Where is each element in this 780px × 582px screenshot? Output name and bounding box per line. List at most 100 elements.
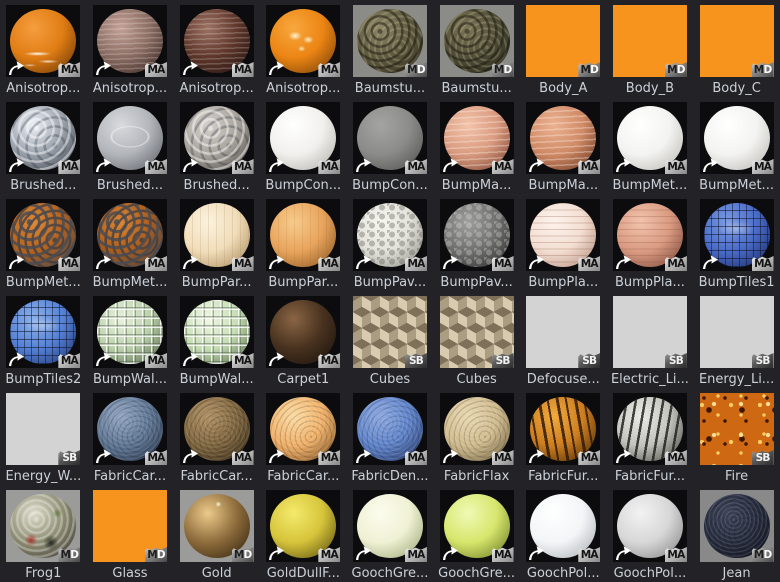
material-item[interactable]: MABumpPla... <box>607 194 694 291</box>
material-item[interactable]: MAFabricCar... <box>87 388 174 485</box>
material-item[interactable]: MABrushed... <box>87 97 174 194</box>
material-thumbnail: MA <box>700 102 774 174</box>
material-label: GoochGre... <box>438 566 515 581</box>
type-badge-ma: MA <box>752 256 774 271</box>
material-item[interactable]: MAGoochGre... <box>433 485 520 582</box>
material-item[interactable]: MABumpPav... <box>433 194 520 291</box>
material-item[interactable]: MA Carpet1 <box>260 291 347 388</box>
material-item[interactable]: MABumpWal... <box>87 291 174 388</box>
material-label: Baumstu... <box>441 81 511 96</box>
material-item[interactable]: SBDefocuse... <box>520 291 607 388</box>
material-item[interactable]: MAGoldDullF... <box>260 485 347 582</box>
material-label: GoochGre... <box>352 566 429 581</box>
material-label: FabricCar... <box>267 469 339 484</box>
material-item[interactable]: SBEnergy_W... <box>0 388 87 485</box>
material-thumbnail: MD <box>526 5 600 77</box>
material-item[interactable]: SBElectric_Li... <box>607 291 694 388</box>
material-item[interactable]: MDGold <box>173 485 260 582</box>
material-grid: MAAnisotrop... MAAnisotrop... MAAnisotro… <box>0 0 780 582</box>
material-label: Defocuse... <box>527 372 600 387</box>
material-item[interactable]: MDJean <box>693 485 780 582</box>
material-item[interactable]: MABumpTiles2 <box>0 291 87 388</box>
material-item[interactable]: MAAnisotrop... <box>260 0 347 97</box>
material-thumbnail: MA <box>613 102 687 174</box>
material-item[interactable]: MAFabricCar... <box>173 388 260 485</box>
material-thumbnail: MA <box>526 490 600 562</box>
material-sphere <box>444 9 510 73</box>
material-item[interactable]: MD Glass <box>87 485 174 582</box>
material-label: FabricDen... <box>351 469 428 484</box>
material-label: GoochPol... <box>614 566 687 581</box>
material-item[interactable]: SBFire <box>693 388 780 485</box>
type-badge-ma: MA <box>578 159 600 174</box>
assign-arrow-icon <box>181 351 199 367</box>
material-label: Carpet1 <box>277 372 329 387</box>
material-thumbnail: SB <box>6 393 80 465</box>
material-item[interactable]: MABumpPla... <box>520 194 607 291</box>
material-item[interactable]: MABumpCon... <box>260 97 347 194</box>
material-item[interactable]: MDBody_B <box>607 0 694 97</box>
type-badge-ma: MA <box>318 353 340 368</box>
material-label: BumpTiles1 <box>699 275 775 290</box>
material-item[interactable]: MAFabricDen... <box>347 388 434 485</box>
material-item[interactable]: MDBaumstu... <box>433 0 520 97</box>
material-item[interactable]: MABumpCon... <box>347 97 434 194</box>
material-thumbnail: MA <box>93 296 167 368</box>
material-item[interactable]: MAAnisotrop... <box>173 0 260 97</box>
assign-arrow-icon <box>7 157 25 173</box>
type-badge-md: MD <box>232 547 254 562</box>
type-badge-ma: MA <box>405 159 427 174</box>
material-item[interactable]: MABumpMet... <box>607 97 694 194</box>
material-item[interactable]: MAFabricFlax <box>433 388 520 485</box>
type-badge-ma: MA <box>232 353 254 368</box>
material-thumbnail: MA <box>353 199 427 271</box>
material-thumbnail: MA <box>180 296 254 368</box>
type-badge-ma: MA <box>492 256 514 271</box>
type-badge-ma: MA <box>145 353 167 368</box>
type-badge-ma: MA <box>665 256 687 271</box>
material-item[interactable]: MAAnisotrop... <box>0 0 87 97</box>
material-item[interactable]: MDBody_A <box>520 0 607 97</box>
material-thumbnail: SB <box>353 296 427 368</box>
material-label: Glass <box>112 566 147 581</box>
material-item[interactable]: SBCubes <box>347 291 434 388</box>
material-item[interactable]: SBEnergy_Li... <box>693 291 780 388</box>
assign-arrow-icon <box>181 157 199 173</box>
material-item[interactable]: MA BumpTiles1 <box>693 194 780 291</box>
material-item[interactable]: MDBaumstu... <box>347 0 434 97</box>
material-item[interactable]: MDBody_C <box>693 0 780 97</box>
material-item[interactable]: MABumpMa... <box>433 97 520 194</box>
material-item[interactable]: MAFabricCar... <box>260 388 347 485</box>
assign-arrow-icon <box>614 157 632 173</box>
material-item[interactable]: MAFabricFur... <box>607 388 694 485</box>
material-item[interactable]: MABumpPar... <box>260 194 347 291</box>
material-item[interactable]: MAGoochPol... <box>607 485 694 582</box>
material-item[interactable]: MABumpPar... <box>173 194 260 291</box>
assign-arrow-icon <box>527 254 545 270</box>
material-item[interactable]: MAGoochPol... <box>520 485 607 582</box>
material-thumbnail: MD <box>93 490 167 562</box>
material-item[interactable]: MABumpPav... <box>347 194 434 291</box>
material-item[interactable]: MABumpMet... <box>693 97 780 194</box>
material-item[interactable]: MAFabricFur... <box>520 388 607 485</box>
material-item[interactable]: MDFrog1 <box>0 485 87 582</box>
type-badge-sb: SB <box>58 450 80 465</box>
material-item[interactable]: MABrushed... <box>0 97 87 194</box>
material-item[interactable]: MABumpWal... <box>173 291 260 388</box>
material-label: Body_C <box>712 81 760 96</box>
material-label: Brushed... <box>10 178 76 193</box>
type-badge-md: MD <box>58 547 80 562</box>
assign-arrow-icon <box>701 254 719 270</box>
material-item[interactable]: SBCubes <box>433 291 520 388</box>
assign-arrow-icon <box>441 448 459 464</box>
assign-arrow-icon <box>614 448 632 464</box>
material-item[interactable]: MABumpMet... <box>87 194 174 291</box>
assign-arrow-icon <box>181 448 199 464</box>
material-thumbnail: MD <box>353 5 427 77</box>
material-item[interactable]: MAAnisotrop... <box>87 0 174 97</box>
type-badge-ma: MA <box>58 62 80 77</box>
material-item[interactable]: MAGoochGre... <box>347 485 434 582</box>
material-item[interactable]: MABrushed... <box>173 97 260 194</box>
material-item[interactable]: MABumpMa... <box>520 97 607 194</box>
material-item[interactable]: MABumpMet... <box>0 194 87 291</box>
